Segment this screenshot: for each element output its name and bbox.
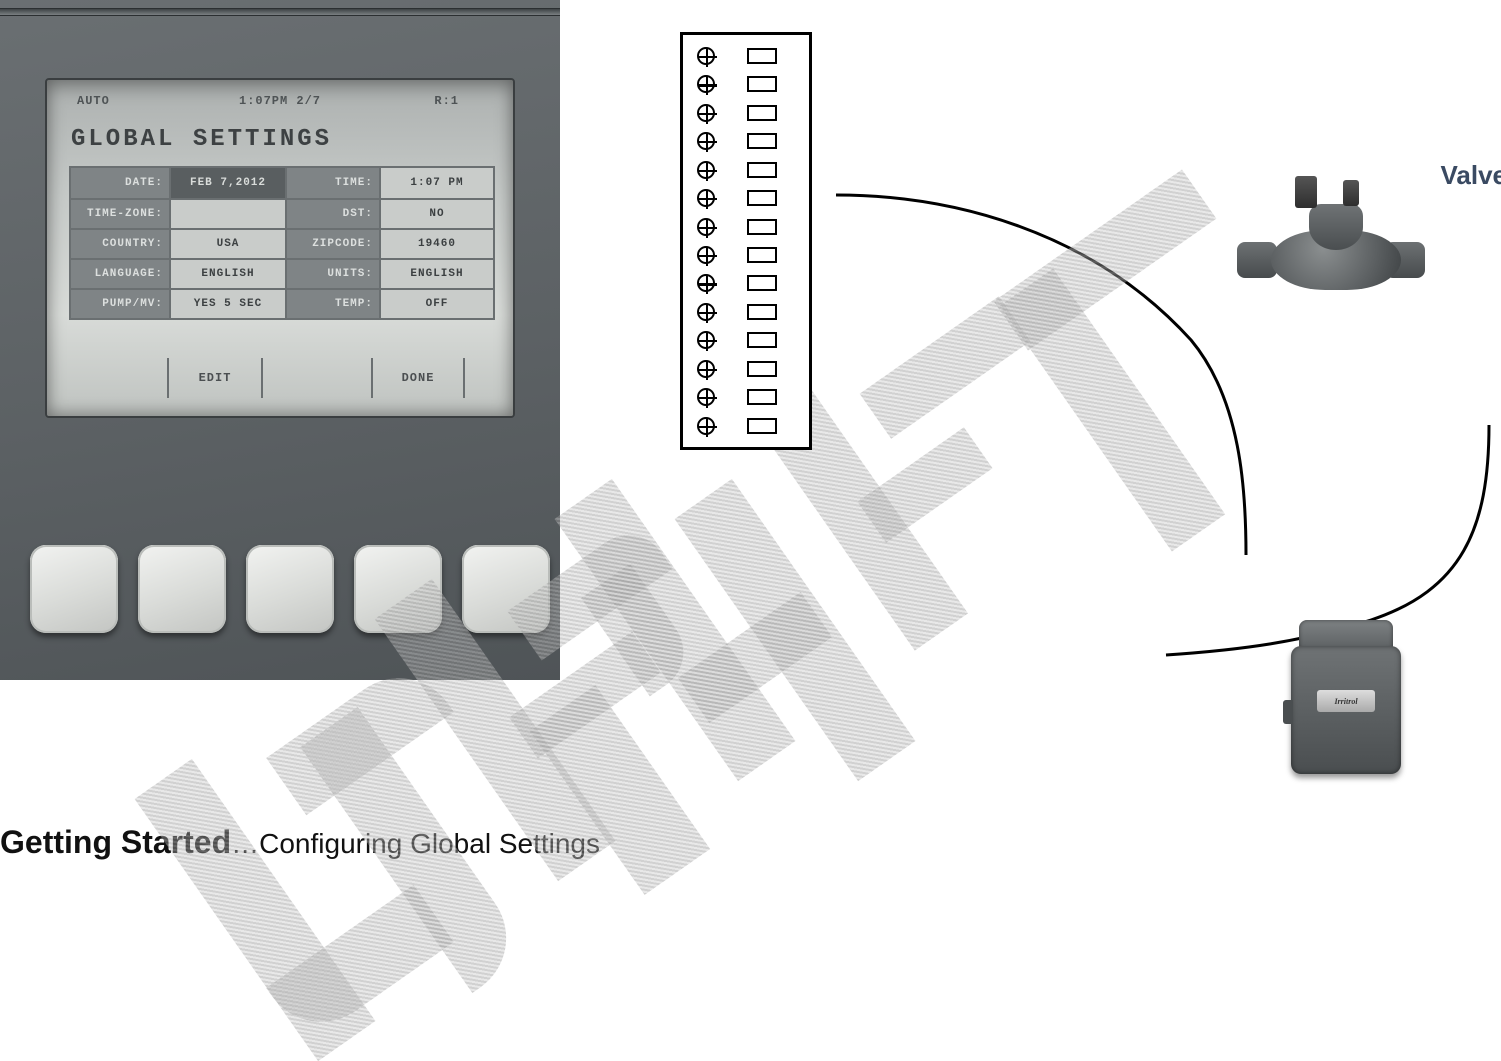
terminal-block-diagram	[680, 32, 812, 450]
value-temp[interactable]: OFF	[381, 290, 493, 318]
softkey-edit[interactable]: EDIT	[167, 358, 263, 398]
label-time: TIME:	[287, 168, 381, 198]
terminal-row	[683, 327, 809, 355]
label-country: COUNTRY:	[71, 230, 171, 258]
status-mode: AUTO	[77, 94, 110, 108]
hw-button-3[interactable]	[246, 545, 334, 633]
terminal-screw-icon	[697, 47, 715, 65]
value-zipcode[interactable]: 19460	[381, 230, 493, 258]
terminal-row	[683, 299, 809, 327]
value-country[interactable]: USA	[171, 230, 287, 258]
terminal-row	[683, 356, 809, 384]
terminal-row	[683, 128, 809, 156]
value-date[interactable]: FEB 7,2012	[171, 168, 287, 198]
terminal-screw-icon	[697, 132, 715, 150]
valve-label: Valve	[1440, 160, 1501, 191]
terminal-screw-icon	[697, 417, 715, 435]
terminal-row	[683, 214, 809, 242]
terminal-screw-icon	[697, 161, 715, 179]
value-timezone[interactable]	[171, 200, 287, 228]
terminal-slot-icon	[747, 133, 777, 149]
terminal-screw-icon	[697, 388, 715, 406]
terminal-slot-icon	[747, 247, 777, 263]
hw-button-2[interactable]	[138, 545, 226, 633]
terminal-row	[683, 71, 809, 99]
valve-illustration: Valve	[1121, 140, 1501, 440]
terminal-slot-icon	[747, 332, 777, 348]
terminal-row	[683, 43, 809, 71]
terminal-row	[683, 270, 809, 298]
value-units[interactable]: ENGLISH	[381, 260, 493, 288]
terminal-slot-icon	[747, 48, 777, 64]
valve-body	[1231, 200, 1431, 320]
terminal-slot-icon	[747, 105, 777, 121]
terminal-slot-icon	[747, 190, 777, 206]
terminal-slot-icon	[747, 219, 777, 235]
label-language: LANGUAGE:	[71, 260, 171, 288]
hardware-buttons	[30, 545, 550, 633]
terminal-screw-icon	[697, 303, 715, 321]
label-temp: TEMP:	[287, 290, 381, 318]
terminal-screw-icon	[697, 218, 715, 236]
label-date: DATE:	[71, 168, 171, 198]
terminal-row	[683, 242, 809, 270]
softkey-done[interactable]: DONE	[371, 358, 465, 398]
label-units: UNITS:	[287, 260, 381, 288]
section-caption: Getting Started…Configuring Global Setti…	[0, 824, 600, 861]
value-dst[interactable]: NO	[381, 200, 493, 228]
terminal-screw-icon	[697, 360, 715, 378]
terminal-screw-icon	[697, 104, 715, 122]
label-timezone: TIME-ZONE:	[71, 200, 171, 228]
hw-button-5[interactable]	[462, 545, 550, 633]
terminal-row	[683, 185, 809, 213]
terminal-row	[683, 100, 809, 128]
value-time[interactable]: 1:07 PM	[381, 168, 493, 198]
value-pumpmv[interactable]: YES 5 SEC	[171, 290, 287, 318]
terminal-slot-icon	[747, 418, 777, 434]
sensor-brand-label: Irritrol	[1317, 690, 1375, 712]
terminal-screw-icon	[697, 189, 715, 207]
controller-photo: AUTO 1:07PM 2/7 R:1 GLOBAL SETTINGS DATE…	[0, 0, 560, 680]
lcd-screen: AUTO 1:07PM 2/7 R:1 GLOBAL SETTINGS DATE…	[45, 78, 515, 418]
status-r: R:1	[434, 94, 459, 108]
terminal-slot-icon	[747, 76, 777, 92]
caption-bold: Getting Started	[0, 824, 231, 860]
screen-title: GLOBAL SETTINGS	[71, 126, 332, 153]
terminal-screw-icon	[697, 75, 715, 93]
terminal-slot-icon	[747, 389, 777, 405]
value-language[interactable]: ENGLISH	[171, 260, 287, 288]
hw-button-1[interactable]	[30, 545, 118, 633]
terminal-slot-icon	[747, 162, 777, 178]
terminal-row	[683, 413, 809, 441]
caption-rest: …Configuring Global Settings	[231, 828, 600, 859]
terminal-screw-icon	[697, 246, 715, 264]
hw-button-4[interactable]	[354, 545, 442, 633]
label-dst: DST:	[287, 200, 381, 228]
status-clock: 1:07PM 2/7	[239, 94, 321, 108]
sensor-module: Irritrol	[1291, 620, 1401, 780]
terminal-row	[683, 157, 809, 185]
terminal-screw-icon	[697, 274, 715, 292]
label-pumpmv: PUMP/MV:	[71, 290, 171, 318]
settings-table: DATE: FEB 7,2012 TIME: 1:07 PM TIME-ZONE…	[69, 166, 495, 320]
label-zipcode: ZIPCODE:	[287, 230, 381, 258]
terminal-slot-icon	[747, 304, 777, 320]
terminal-slot-icon	[747, 361, 777, 377]
terminal-slot-icon	[747, 275, 777, 291]
terminal-screw-icon	[697, 331, 715, 349]
terminal-row	[683, 384, 809, 412]
